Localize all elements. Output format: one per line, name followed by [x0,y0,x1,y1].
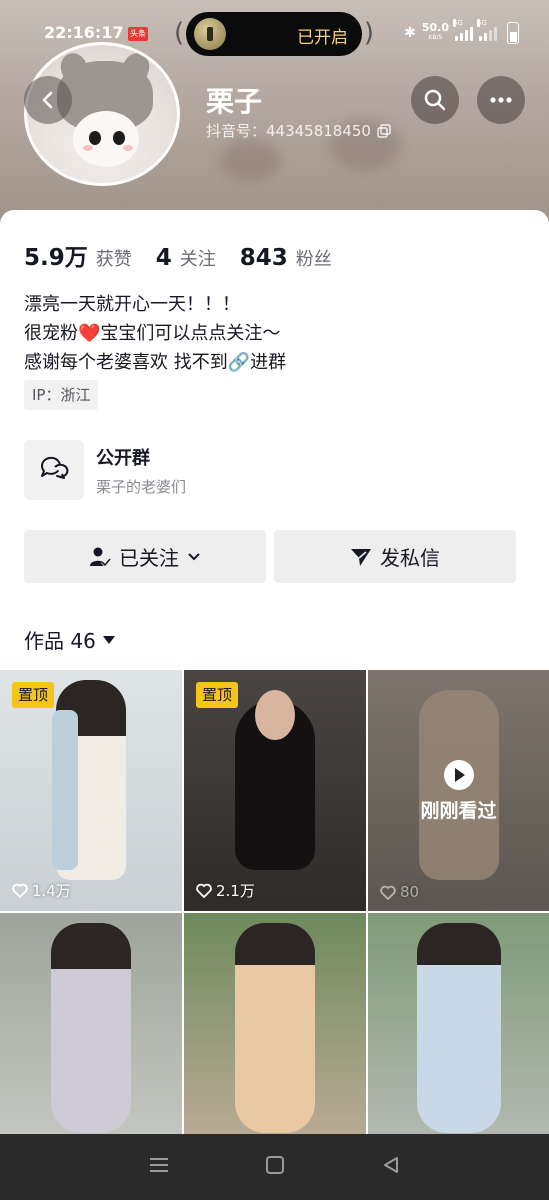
chevron-left-icon [42,91,53,109]
pinned-badge: 置顶 [196,682,239,708]
following-button[interactable]: 已关注 [24,530,266,583]
status-time: 22:16:17 [44,23,124,42]
pinned-badge: 置顶 [12,682,55,708]
recently-watched-overlay: 刚刚看过 [368,760,549,823]
works-grid: 置顶 1.4万 置顶 2.1万 刚刚看过 80 [0,670,549,1134]
play-icon [443,760,474,790]
works-tab[interactable]: 作品 46 [24,625,116,654]
home-icon[interactable] [265,1155,285,1179]
signal-icon: 5G [453,19,473,41]
bio-line: 感谢每个老婆喜欢 找不到🔗进群 [24,352,287,373]
stats-row: 5.9万 获赞 4 关注 843 粉丝 [24,238,356,272]
video-thumbnail[interactable]: 置顶 2.1万 [184,670,366,911]
more-icon [490,97,512,103]
thumbnail-image [52,710,78,870]
video-thumbnail[interactable]: 置顶 1.4万 [0,670,182,911]
search-icon [424,89,446,111]
thumbnail-image [235,923,315,1133]
group-subtitle: 栗子的老婆们 [96,478,187,496]
thumbnail-image [51,923,131,1133]
thumbnail-image [416,923,501,1133]
like-count: 2.1万 [196,880,255,901]
profile-header: 22:16:17 头条 ( 已开启 ) ✱ 50.0 KB/S 5G 5G 栗子… [0,0,549,230]
search-button[interactable] [411,76,459,124]
like-count: 1.4万 [12,880,71,901]
background-blur [220,140,280,180]
message-button[interactable]: 发私信 [274,530,516,583]
island-status-text: 已开启 [297,28,348,48]
send-icon [351,548,371,566]
chevron-down-icon [188,552,200,560]
video-thumbnail[interactable] [184,913,366,1134]
video-thumbnail[interactable]: 刚刚看过 80 [368,670,549,911]
menu-icon[interactable] [148,1156,170,1178]
stat-following[interactable]: 4 关注 [156,245,216,271]
bio-line: 很宠粉❤️宝宝们可以点点关注～ [24,323,281,344]
group-title: 公开群 [96,448,150,469]
heart-icon [12,883,28,898]
battery-icon [507,22,519,44]
bio: 漂亮一天就开心一天！！！ 很宠粉❤️宝宝们可以点点关注～ 感谢每个老婆喜欢 找不… [24,290,286,377]
flashlight-icon [194,18,226,50]
dynamic-island[interactable]: ( 已开启 ) [174,12,374,56]
heart-icon [380,885,396,900]
signal-icon: 5G [477,19,497,41]
network-speed: 50.0 KB/S [421,21,449,41]
thumbnail-image [255,690,295,740]
bluetooth-icon: ✱ [404,25,416,41]
heart-icon [196,883,212,898]
chat-bubbles-icon [24,440,84,500]
stat-followers[interactable]: 843 粉丝 [240,245,332,271]
app-badge: 头条 [128,27,148,41]
user-check-icon [90,547,111,567]
like-count: 80 [380,883,419,901]
bracket-right-icon: ) [363,18,374,48]
profile-card: 5.9万 获赞 4 关注 843 粉丝 漂亮一天就开心一天！！！ 很宠粉❤️宝宝… [0,210,549,670]
caret-down-icon [102,635,115,644]
bracket-left-icon: ( [174,18,185,48]
copy-icon[interactable] [377,123,391,138]
bio-line: 漂亮一天就开心一天！！！ [24,294,240,315]
video-thumbnail[interactable] [368,913,549,1134]
system-nav-bar [0,1134,549,1200]
douyin-id[interactable]: 抖音号：44345818450 [206,120,391,141]
ip-location-tag: IP：浙江 [24,380,99,410]
back-button[interactable] [24,76,72,124]
stat-likes[interactable]: 5.9万 获赞 [24,238,132,272]
nickname: 栗子 [206,85,263,118]
status-icons: ✱ 50.0 KB/S 5G 5G [404,19,519,44]
back-icon[interactable] [381,1155,401,1179]
more-button[interactable] [477,76,525,124]
public-group-entry[interactable]: 公开群 栗子的老婆们 [24,440,524,500]
video-thumbnail[interactable] [0,913,182,1134]
